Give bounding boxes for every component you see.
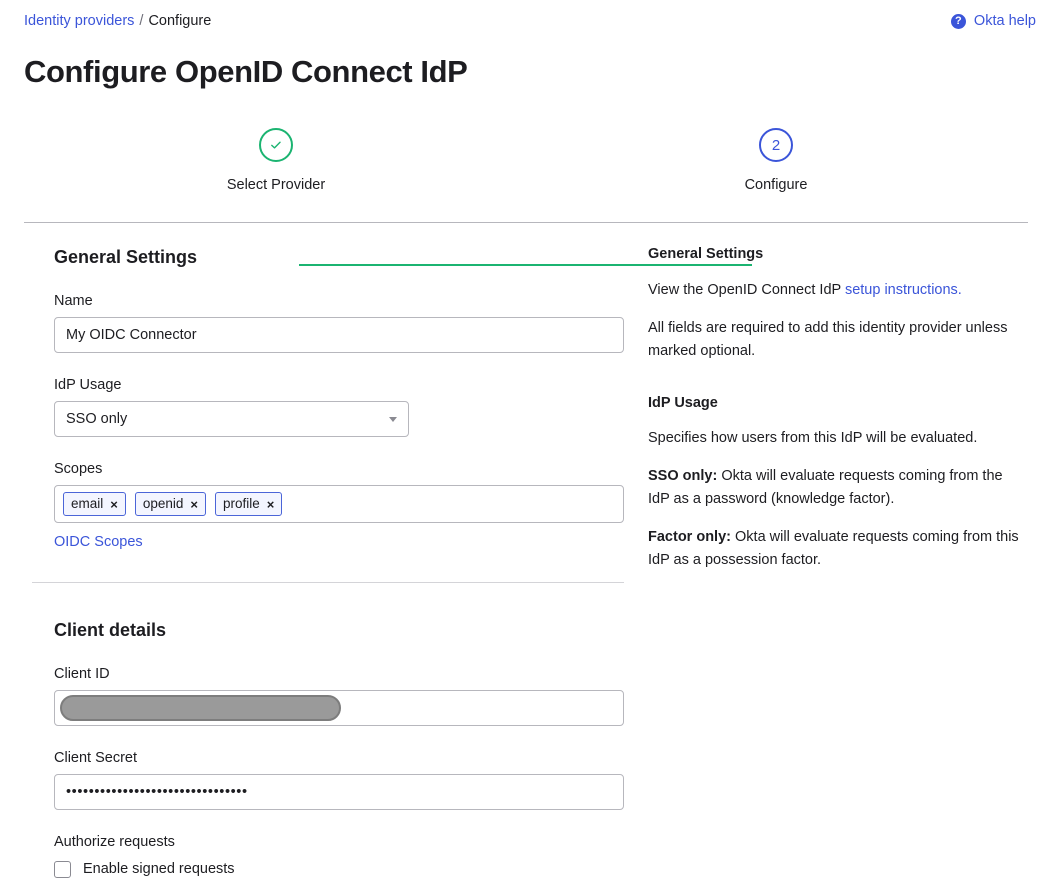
okta-help-link[interactable]: ? Okta help (950, 12, 1036, 30)
client-id-label: Client ID (54, 666, 110, 682)
scope-chip-label: openid (142, 496, 184, 511)
help-factor-only-term: Factor only: (648, 529, 731, 545)
name-input[interactable] (54, 317, 624, 353)
enable-signed-requests-row[interactable]: Enable signed requests (54, 860, 624, 878)
breadcrumb-separator: / (139, 13, 144, 29)
client-secret-input[interactable]: •••••••••••••••••••••••••••••••• (54, 774, 624, 810)
scope-chip[interactable]: email × (63, 492, 126, 516)
settings-form: General Settings Name IdP Usage SSO only… (32, 245, 624, 878)
stepper-step-select-provider[interactable]: Select Provider (196, 120, 356, 194)
top-bar: Identity providers / Configure ? Okta help (0, 0, 1060, 42)
idp-usage-select[interactable]: SSO only (54, 401, 409, 437)
breadcrumb-current: Configure (148, 13, 212, 29)
page-title: Configure OpenID Connect IdP (24, 54, 468, 89)
scopes-input[interactable]: email × openid × profile × (54, 485, 624, 523)
client-id-input[interactable] (54, 690, 624, 726)
stepper-step-2-label: Configure (744, 177, 808, 193)
help-question-icon: ? (950, 13, 966, 29)
authorize-requests-group: Authorize requests Enable signed request… (54, 833, 624, 878)
enable-signed-requests-checkbox[interactable] (54, 860, 71, 878)
help-idp-usage-intro: Specifies how users from this IdP will b… (648, 430, 978, 446)
client-details-heading: Client details (54, 620, 167, 640)
scope-chip-label: email (71, 496, 104, 511)
idp-usage-label: IdP Usage (54, 377, 122, 393)
breadcrumb: Identity providers / Configure (24, 12, 211, 30)
stepper-step-2-circle: 2 (759, 128, 793, 162)
name-label: Name (54, 293, 93, 309)
scope-chip[interactable]: profile × (215, 492, 283, 516)
form-section-divider (32, 582, 624, 583)
help-idp-usage-heading: IdP Usage (648, 395, 718, 411)
stepper-step-1-circle (259, 128, 293, 162)
scope-chip[interactable]: openid × (134, 492, 206, 516)
help-general-settings-heading: General Settings (648, 246, 764, 262)
client-secret-field-group: Client Secret ••••••••••••••••••••••••••… (54, 749, 624, 810)
idp-usage-select-wrap: SSO only (54, 401, 409, 437)
scope-chip-label: profile (223, 496, 260, 511)
scopes-field-group: Scopes email × openid × profile × OIDC S… (54, 460, 624, 551)
client-secret-label: Client Secret (54, 750, 138, 766)
client-secret-masked-value: •••••••••••••••••••••••••••••••• (66, 784, 248, 800)
client-details-section: Client details Client ID Client Secret •… (54, 618, 624, 878)
redaction-bar (60, 695, 341, 721)
help-required-fields-paragraph: All fields are required to add this iden… (648, 320, 1008, 359)
close-icon[interactable]: × (267, 498, 275, 511)
enable-signed-requests-label: Enable signed requests (83, 861, 235, 877)
check-icon (271, 141, 281, 149)
general-settings-heading: General Settings (54, 247, 198, 267)
oidc-scopes-link[interactable]: OIDC Scopes (54, 533, 143, 551)
authorize-requests-label: Authorize requests (54, 834, 175, 850)
okta-help-label: Okta help (973, 13, 1036, 29)
help-panel: General Settings View the OpenID Connect… (648, 245, 1028, 572)
close-icon[interactable]: × (190, 498, 198, 511)
header-divider (24, 222, 1028, 223)
help-sso-only-term: SSO only: (648, 468, 718, 484)
idp-usage-field-group: IdP Usage SSO only (54, 376, 624, 437)
name-field-group: Name (54, 292, 624, 353)
help-setup-instructions-paragraph: View the OpenID Connect IdP setup instru… (648, 279, 1028, 302)
breadcrumb-link-identity-providers[interactable]: Identity providers (24, 13, 134, 29)
close-icon[interactable]: × (110, 498, 118, 511)
help-factor-only-paragraph: Factor only: Okta will evaluate requests… (648, 526, 1028, 572)
stepper-step-1-label: Select Provider (226, 177, 326, 193)
progress-stepper: Select Provider 2 Configure (0, 120, 1060, 266)
scopes-label: Scopes (54, 461, 103, 477)
help-setup-text: View the OpenID Connect IdP (648, 282, 841, 298)
help-sso-only-paragraph: SSO only: Okta will evaluate requests co… (648, 465, 1028, 511)
setup-instructions-link[interactable]: setup instructions. (845, 282, 962, 298)
client-id-field-group: Client ID (54, 665, 624, 726)
stepper-step-configure[interactable]: 2 Configure (696, 120, 856, 194)
